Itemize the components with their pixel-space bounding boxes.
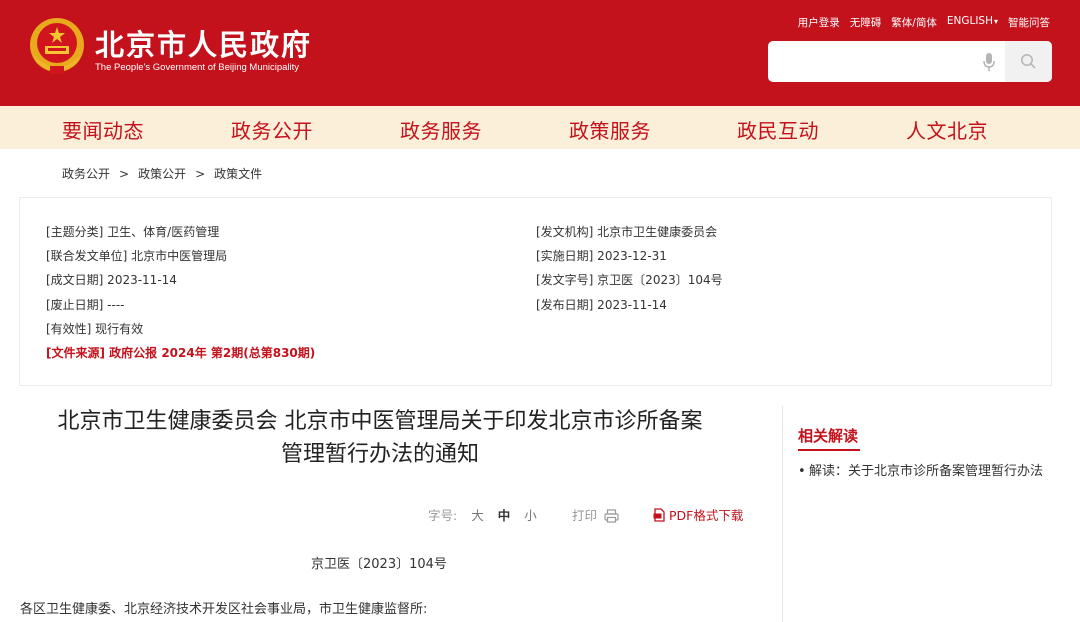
site-name[interactable]: 北京市人民政府 [95, 22, 312, 64]
caret-down-icon: ▾ [993, 17, 998, 26]
page-title-line: 北京市卫生健康委员会 北京市中医管理局关于印发北京市诊所备案 [57, 409, 703, 434]
nav-item-news[interactable]: 要闻动态 [62, 115, 144, 144]
font-size-label: 字号: [428, 508, 458, 523]
english-link[interactable]: ENGLISH▾ [947, 15, 998, 30]
print-button[interactable]: 打印 [572, 505, 619, 524]
font-size-small-button[interactable]: 小 [524, 508, 537, 523]
font-size-medium-button[interactable]: 中 [498, 508, 511, 523]
accessibility-link[interactable]: 无障碍 [850, 15, 882, 30]
pdf-download-label: PDF格式下载 [669, 508, 744, 523]
metadata-validity: [有效性] 现行有效 [46, 321, 144, 336]
related-interpretation-link[interactable]: • 解读：关于北京市诊所备案管理暂行办法 [798, 457, 1048, 486]
metadata-publish-date: [发布日期] 2023-11-14 [536, 297, 667, 312]
breadcrumb-item[interactable]: 政务公开 [62, 167, 110, 181]
metadata-source[interactable]: [文件来源] 政府公报 2024年 第2期(总第830期) [46, 341, 315, 365]
breadcrumb-separator: > [119, 167, 130, 181]
login-link[interactable]: 用户登录 [798, 15, 840, 30]
metadata-abolish-date: [废止日期] ---- [46, 297, 125, 312]
document-number: 京卫医〔2023〕104号 [311, 557, 447, 572]
pdf-download-button[interactable]: PDF格式下载 [653, 505, 743, 524]
metadata-left-column: [主题分类] 卫生、体育/医药管理 [联合发文单位] 北京市中医管理局 [成文日… [46, 220, 315, 365]
nav-item-government-affairs[interactable]: 政务公开 [231, 115, 313, 144]
nav-item-government-services[interactable]: 政务服务 [400, 115, 482, 144]
metadata-topic: [主题分类] 卫生、体育/医药管理 [46, 225, 220, 239]
metadata-effective-date: [实施日期] 2023-12-31 [536, 249, 667, 264]
search-input[interactable] [768, 41, 1004, 82]
page-title-line: 管理暂行办法的通知 [280, 442, 479, 467]
metadata-right-column: [发文机构] 北京市卫生健康委员会 [实施日期] 2023-12-31 [发文字… [536, 220, 723, 317]
breadcrumb-item[interactable]: 政策文件 [214, 167, 262, 181]
sidebar-divider [782, 406, 783, 622]
search-button[interactable] [1005, 41, 1052, 82]
document-metadata: [主题分类] 卫生、体育/医药管理 [联合发文单位] 北京市中医管理局 [成文日… [19, 197, 1052, 386]
related-interpretation-label: 解读：关于北京市诊所备案管理暂行办法 [809, 464, 1044, 479]
english-label: ENGLISH [946, 15, 993, 27]
nav-item-policy-services[interactable]: 政策服务 [569, 115, 651, 144]
printer-icon [604, 509, 619, 523]
breadcrumb: 政务公开 > 政策公开 > 政策文件 [62, 165, 262, 182]
top-links: 用户登录 无障碍 繁体/简体 ENGLISH▾ 智能问答 [780, 15, 1050, 30]
page-title: 北京市卫生健康委员会 北京市中医管理局关于印发北京市诊所备案 管理暂行办法的通知 [20, 405, 740, 471]
nav-item-culture[interactable]: 人文北京 [906, 115, 988, 144]
smart-qa-link[interactable]: 智能问答 [1008, 15, 1050, 30]
search-box [768, 41, 1052, 82]
microphone-icon[interactable] [982, 52, 996, 72]
metadata-doc-number: [发文字号] 京卫医〔2023〕104号 [536, 273, 723, 288]
pdf-file-icon [653, 508, 665, 522]
related-title-underline [798, 449, 860, 451]
bullet: • [798, 464, 806, 479]
national-emblem-icon[interactable] [28, 16, 86, 78]
font-size-large-button[interactable]: 大 [471, 508, 484, 523]
print-label: 打印 [572, 508, 598, 523]
traditional-simplified-link[interactable]: 繁体/简体 [891, 15, 937, 30]
metadata-joint-issuer: [联合发文单位] 北京市中医管理局 [46, 249, 228, 264]
related-interpretation-title: 相关解读 [798, 427, 859, 445]
nav-item-interaction[interactable]: 政民互动 [737, 115, 819, 144]
font-size-tools: 字号: 大 中 小 [428, 505, 547, 524]
site-subtitle: The People's Government of Beijing Munic… [95, 62, 300, 73]
breadcrumb-separator: > [195, 167, 206, 181]
metadata-issuer: [发文机构] 北京市卫生健康委员会 [536, 225, 718, 239]
main-nav: 要闻动态 政务公开 政务服务 政策服务 政民互动 人文北京 [0, 106, 1080, 149]
document-addressee: 各区卫生健康委、北京经济技术开发区社会事业局，市卫生健康监督所: [20, 602, 428, 617]
site-header: 北京市人民政府 The People's Government of Beiji… [0, 0, 1080, 106]
breadcrumb-item[interactable]: 政策公开 [138, 167, 186, 181]
search-icon [1021, 54, 1036, 69]
metadata-written-date: [成文日期] 2023-11-14 [46, 273, 177, 288]
